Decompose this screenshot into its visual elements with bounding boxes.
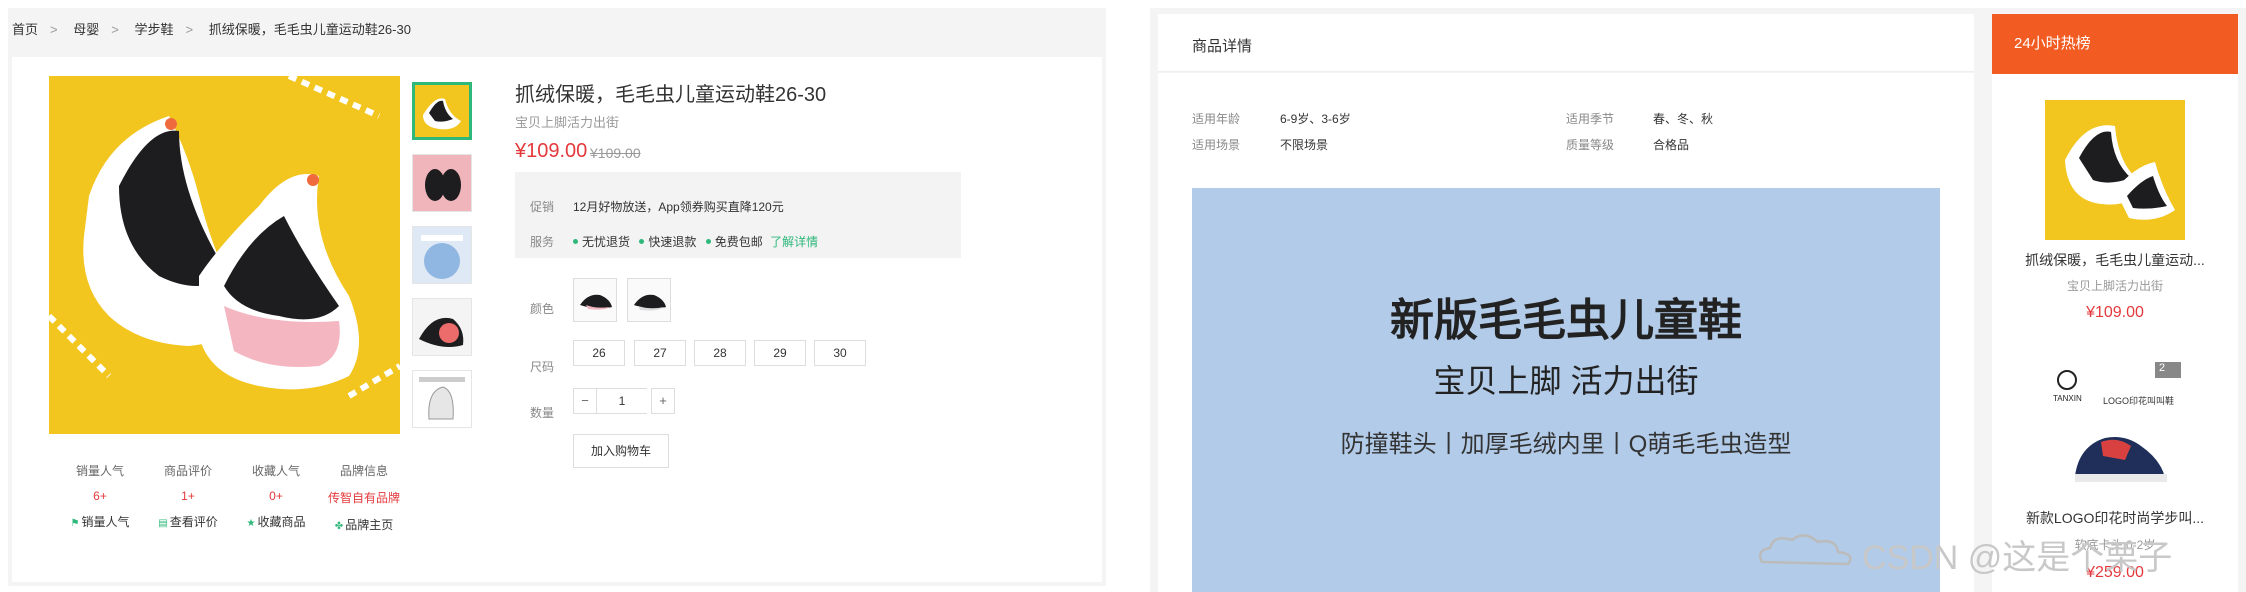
hot-item-2-title[interactable]: 新款LOGO印花时尚学步叫... <box>1992 508 2238 528</box>
detail-header: 商品详情 <box>1158 14 1974 72</box>
banner-features: 防撞鞋头丨加厚毛绒内里丨Q萌毛毛虫造型 <box>1340 431 1792 458</box>
view-reviews-link[interactable]: ▤ 查看评价 <box>148 513 228 530</box>
hot-item-1-image[interactable] <box>2045 100 2185 240</box>
quantity-input[interactable]: 1 <box>597 388 647 414</box>
product-price: ¥109.00 <box>515 140 588 162</box>
breadcrumb-category[interactable]: 母婴 <box>73 22 99 37</box>
stat-reviews: 商品评价 1+ ▤ 查看评价 <box>148 462 228 530</box>
color-swatch-pink[interactable] <box>573 278 617 322</box>
dot-icon <box>573 239 578 245</box>
service-list: 无忧退货 快速退款 免费包邮 了解详情 <box>573 233 818 250</box>
learn-more-link[interactable]: 了解详情 <box>770 235 818 249</box>
cloud-icon <box>1759 534 1852 566</box>
size-option-30[interactable]: 30 <box>814 340 866 366</box>
attr-value: 合格品 <box>1653 138 1690 152</box>
thumbnail-5[interactable] <box>412 370 472 428</box>
breadcrumb-separator: > <box>185 22 194 37</box>
comment-icon: ▤ <box>158 518 168 529</box>
size-option-27[interactable]: 27 <box>634 340 686 366</box>
hot-item-1-subtitle: 宝贝上脚活力出街 <box>2066 279 2163 293</box>
thumbnail-2[interactable] <box>412 154 472 212</box>
attr-label: 适用场景 <box>1192 138 1241 152</box>
hot-item-1-title[interactable]: 抓绒保暖，毛毛虫儿童运动... <box>1992 250 2238 270</box>
size-label: 尺码 <box>530 360 555 374</box>
quantity-decrease-button[interactable]: − <box>573 388 597 414</box>
attr-value: 春、冬、秋 <box>1653 112 1714 126</box>
breadcrumb-current: 抓绒保暖，毛毛虫儿童运动鞋26-30 <box>208 22 411 37</box>
breadcrumb-home[interactable]: 首页 <box>12 22 38 37</box>
size-option-29[interactable]: 29 <box>754 340 806 366</box>
stat-favorites: 收藏人气 0+ ★ 收藏商品 <box>236 462 316 530</box>
stat-brand: 品牌信息 传智自有品牌 ✤ 品牌主页 <box>324 462 404 533</box>
hot-item-2-badge: 2 <box>2159 362 2166 374</box>
hot-item-2-img-text: LOGO印花叫叫鞋 <box>2103 396 2175 406</box>
banner-subtitle: 宝贝上脚 活力出街 <box>1433 363 1699 399</box>
favorite-link[interactable]: ★ 收藏商品 <box>236 513 316 530</box>
flag-icon: ⚑ <box>70 518 80 529</box>
brand-home-link[interactable]: ✤ 品牌主页 <box>324 516 404 533</box>
product-title: 抓绒保暖，毛毛虫儿童运动鞋26-30 <box>515 84 827 106</box>
size-option-26[interactable]: 26 <box>573 340 625 366</box>
color-label: 颜色 <box>530 302 555 316</box>
thumbnail-4[interactable] <box>412 298 472 356</box>
csdn-watermark: CSDN @这是个栗子 <box>1752 528 2242 577</box>
service-item: 免费包邮 <box>705 235 763 249</box>
hot-item-1-price: ¥109.00 <box>2086 304 2144 321</box>
breadcrumb-subcategory[interactable]: 学步鞋 <box>134 22 173 37</box>
product-subtitle: 宝贝上脚活力出街 <box>515 115 620 130</box>
brand-icon: ✤ <box>334 521 344 532</box>
main-product-image <box>49 76 400 434</box>
quantity-label: 数量 <box>530 406 555 420</box>
add-to-cart-button[interactable]: 加入购物车 <box>573 434 669 468</box>
star-icon: ★ <box>246 518 256 529</box>
attr-value: 6-9岁、3-6岁 <box>1280 112 1351 126</box>
attr-value: 不限场景 <box>1280 138 1329 152</box>
promo-text: 12月好物放送，App领券购买直降120元 <box>573 200 784 214</box>
breadcrumb: 首页 > 母婴 > 学步鞋 > 抓绒保暖，毛毛虫儿童运动鞋26-30 <box>12 19 423 38</box>
service-item: 无忧退货 <box>573 235 630 249</box>
banner-title: 新版毛毛虫儿童鞋 <box>1390 296 1742 345</box>
thumbnail-1[interactable] <box>412 82 472 140</box>
service-item: 快速退款 <box>639 235 696 249</box>
promo-label: 促销 <box>530 200 555 214</box>
breadcrumb-separator: > <box>50 22 58 37</box>
watermark-text: CSDN @这是个栗子 <box>1862 539 2173 577</box>
stat-sales: 销量人气 6+ ⚑ 销量人气 <box>60 462 140 530</box>
sales-link[interactable]: ⚑ 销量人气 <box>60 513 140 530</box>
dot-icon <box>639 239 645 245</box>
quantity-increase-button[interactable]: + <box>651 388 675 414</box>
hot-item-2-brand: TANXIN <box>2053 394 2082 403</box>
service-label: 服务 <box>530 235 555 249</box>
product-old-price: ¥109.00 <box>590 145 641 161</box>
hot-list-header: 24小时热榜 <box>1992 14 2238 74</box>
dot-icon <box>705 239 711 245</box>
attr-label: 质量等级 <box>1566 138 1615 152</box>
size-option-28[interactable]: 28 <box>694 340 746 366</box>
color-swatch-white[interactable] <box>627 278 671 322</box>
hot-item-2-image[interactable]: 2 TANXIN LOGO印花叫叫鞋 <box>2045 356 2185 496</box>
detail-title: 商品详情 <box>1192 38 1253 55</box>
thumbnail-3[interactable] <box>412 226 472 284</box>
attr-label: 适用年龄 <box>1192 112 1241 126</box>
attr-label: 适用季节 <box>1566 112 1615 126</box>
breadcrumb-separator: > <box>111 22 119 37</box>
